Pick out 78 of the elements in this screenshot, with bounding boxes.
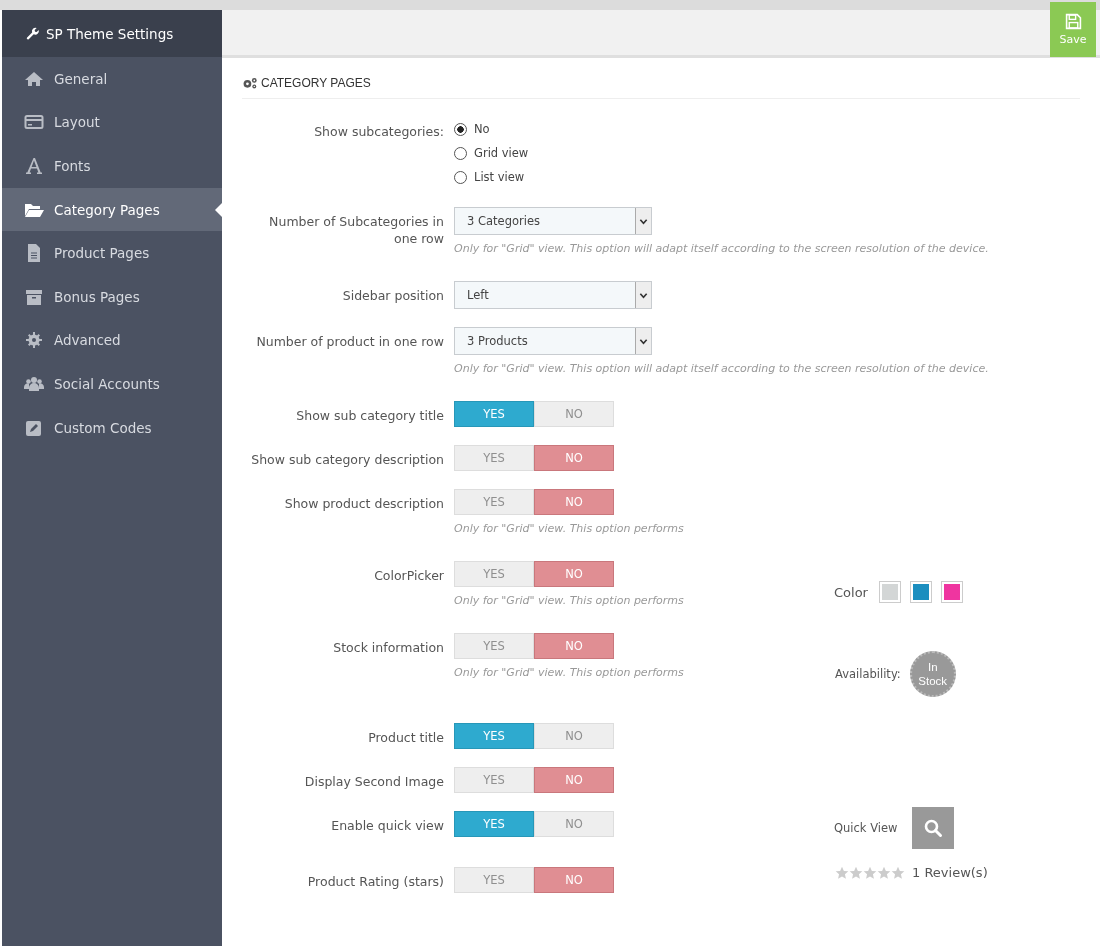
- yes-option[interactable]: YES: [454, 489, 534, 515]
- radio-button[interactable]: [454, 122, 467, 136]
- no-option[interactable]: NO: [534, 445, 614, 471]
- sidebar-item[interactable]: Category Pages: [2, 187, 222, 232]
- availability-label: Availability:: [835, 667, 901, 681]
- chevron-down-icon: [635, 282, 651, 308]
- help-text: Only for "Grid" view. This option will adapt itself according to the screen resolution of the device.: [454, 242, 989, 255]
- field-label: Display Second Image: [303, 773, 445, 790]
- no-option[interactable]: NO: [534, 401, 614, 427]
- radio-option[interactable]: List view: [454, 165, 834, 189]
- help-text: Only for "Grid" view. This option performs: [454, 666, 684, 679]
- field-label: Enable quick view: [330, 817, 445, 834]
- sidebar-title: SP Theme Settings: [46, 25, 174, 42]
- no-option[interactable]: NO: [534, 767, 614, 793]
- dropdown[interactable]: Left: [454, 281, 652, 309]
- yes-option[interactable]: YES: [454, 445, 534, 471]
- star-icon: [891, 865, 905, 880]
- sidebar-item[interactable]: Custom Codes: [2, 405, 222, 450]
- no-option[interactable]: NO: [534, 489, 614, 515]
- radio-label: List view: [474, 170, 525, 184]
- search-button[interactable]: [912, 807, 955, 849]
- save-button[interactable]: Save: [1050, 2, 1096, 57]
- active-caret-icon: [215, 202, 222, 217]
- field-label: Number of Subcategories in one row: [268, 213, 445, 247]
- sidebar-item[interactable]: Product Pages: [2, 231, 222, 275]
- field-label: ColorPicker: [373, 567, 445, 584]
- field-label: Number of product in one row: [255, 333, 445, 350]
- color-label: Color: [834, 584, 868, 600]
- no-option[interactable]: NO: [534, 561, 614, 587]
- help-text: Only for "Grid" view. This option performs: [454, 594, 684, 607]
- search-icon: [923, 818, 944, 838]
- field-label: Show sub category title: [295, 407, 445, 424]
- wrench-icon: [26, 26, 40, 41]
- no-option[interactable]: NO: [534, 723, 614, 749]
- yes-option[interactable]: YES: [454, 633, 534, 659]
- sidebar-item[interactable]: Bonus Pages: [2, 274, 222, 319]
- field-label: Show subcategories:: [313, 123, 445, 140]
- gears-icon: [242, 77, 258, 89]
- yes-option[interactable]: YES: [454, 401, 534, 427]
- chevron-down-icon: [635, 208, 651, 234]
- gear-icon: [24, 330, 44, 351]
- field-label: Product title: [367, 729, 445, 746]
- no-option[interactable]: NO: [534, 811, 614, 837]
- yes-option[interactable]: YES: [454, 867, 534, 893]
- radio-label: Grid view: [474, 146, 529, 160]
- yes-option[interactable]: YES: [454, 561, 534, 587]
- quick-view-label: Quick View: [834, 821, 898, 835]
- radio-option[interactable]: Grid view: [454, 141, 834, 165]
- dropdown[interactable]: 3 Products: [454, 327, 652, 355]
- field-label: Show sub category description: [250, 451, 445, 468]
- stock-badge: In Stock: [909, 651, 956, 697]
- sidebar-item[interactable]: Fonts: [2, 144, 222, 188]
- no-option[interactable]: NO: [534, 633, 614, 659]
- review-count: 1 Review(s): [912, 865, 988, 880]
- field-label: Show product description: [283, 495, 445, 512]
- sidebar-item[interactable]: Social Accounts: [2, 362, 222, 406]
- star-icon: [863, 865, 877, 880]
- help-text: Only for "Grid" view. This option performs: [454, 522, 684, 535]
- star-icon: [877, 865, 891, 880]
- dropdown[interactable]: 3 Categories: [454, 207, 652, 235]
- star-icon: [849, 865, 863, 880]
- help-text: Only for "Grid" view. This option will adapt itself according to the screen resolution of the device.: [454, 362, 989, 375]
- sidebar-item[interactable]: Advanced: [2, 318, 222, 363]
- field-label: Product Rating (stars): [306, 873, 445, 890]
- letter-a-icon: [24, 156, 44, 176]
- field-label: Stock information: [332, 639, 445, 656]
- radio-option[interactable]: No: [454, 117, 834, 141]
- yes-option[interactable]: YES: [454, 723, 534, 749]
- field-label: Sidebar position: [341, 287, 445, 304]
- sidebar-item[interactable]: General: [2, 57, 222, 101]
- star-icon: [835, 865, 849, 880]
- no-option[interactable]: NO: [534, 867, 614, 893]
- panel-title: CATEGORY PAGES: [261, 76, 371, 90]
- yes-option[interactable]: YES: [454, 767, 534, 793]
- sidebar-item[interactable]: Layout: [2, 100, 222, 145]
- yes-option[interactable]: YES: [454, 811, 534, 837]
- chevron-down-icon: [635, 328, 651, 354]
- radio-label: No: [474, 122, 490, 136]
